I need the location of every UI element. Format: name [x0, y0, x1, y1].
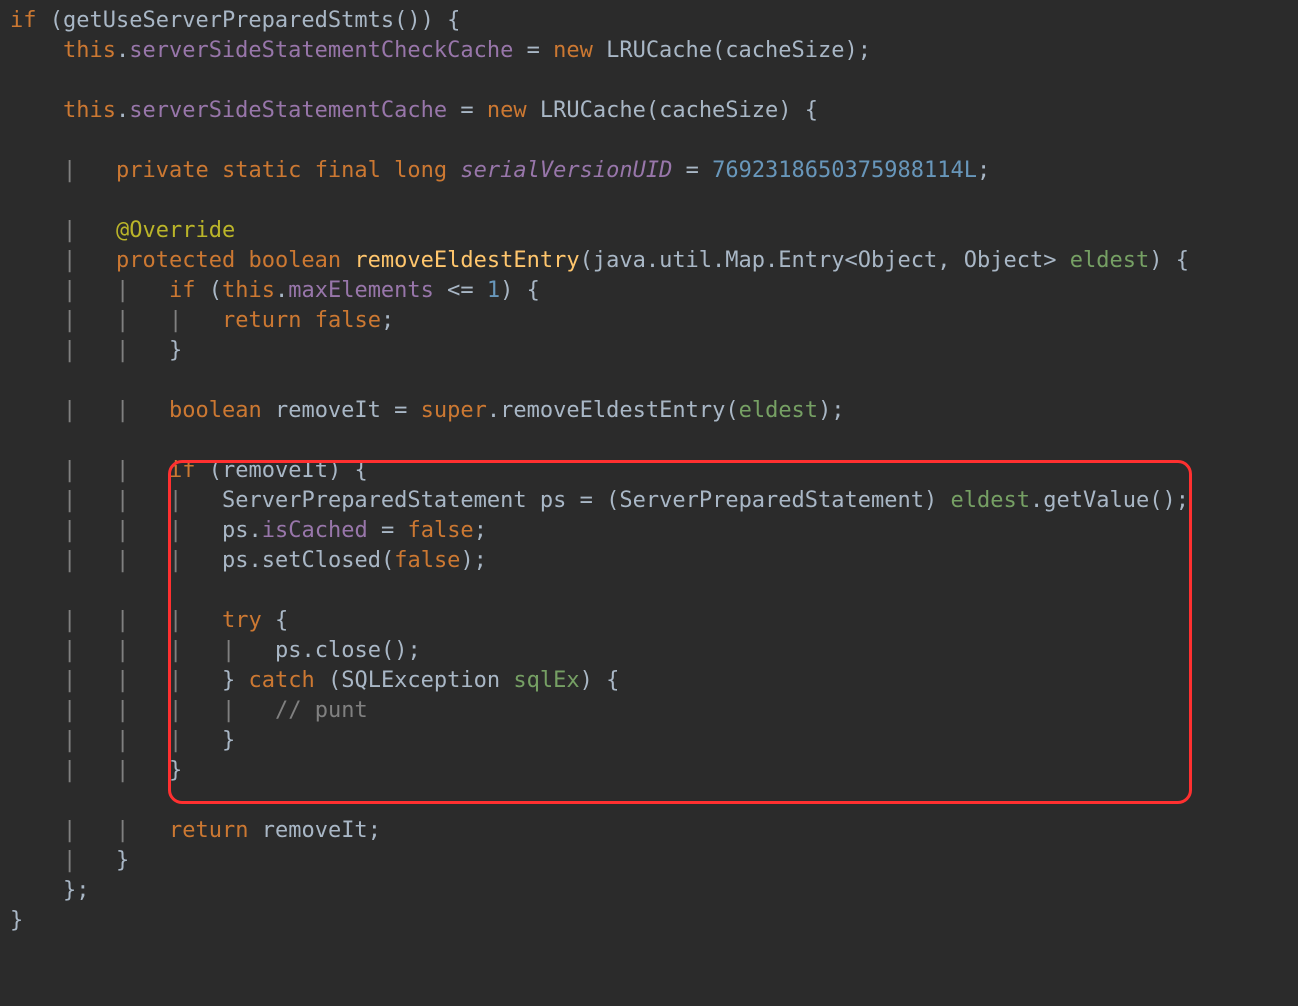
- keyword-if: if: [10, 8, 37, 33]
- line: [10, 428, 23, 453]
- line: | | return removeIt;: [10, 818, 381, 843]
- annotation-override: @Override: [116, 218, 235, 243]
- keyword-boolean: boolean: [248, 248, 341, 273]
- var: ps: [275, 638, 302, 663]
- line: | protected boolean removeEldestEntry(ja…: [10, 248, 1189, 273]
- code-editor[interactable]: if (getUseServerPreparedStmts()) { this.…: [0, 0, 1298, 936]
- line: };: [10, 878, 89, 903]
- line: }: [10, 908, 23, 933]
- keyword-static: static: [222, 158, 301, 183]
- var: removeIt: [262, 818, 368, 843]
- number: 1: [487, 278, 500, 303]
- op: =: [447, 98, 487, 123]
- keyword-try: try: [222, 608, 262, 633]
- type: Object: [858, 248, 937, 273]
- line: | }: [10, 848, 129, 873]
- keyword-super: super: [421, 398, 487, 423]
- line: | | | ps.isCached = false;: [10, 518, 487, 543]
- line: | | | return false;: [10, 308, 394, 333]
- line: | @Override: [10, 218, 235, 243]
- field: serverSideStatementCache: [129, 98, 447, 123]
- line: | | if (removeIt) {: [10, 458, 368, 483]
- call: removeEldestEntry: [500, 398, 725, 423]
- number: 7692318650375988114L: [712, 158, 977, 183]
- var: ps: [222, 548, 249, 573]
- field-svuid: serialVersionUID: [460, 158, 672, 183]
- keyword-false: false: [407, 518, 473, 543]
- param-ref: eldest: [739, 398, 818, 423]
- type: Object: [964, 248, 1043, 273]
- var: removeIt: [222, 458, 328, 483]
- var: ps: [540, 488, 567, 513]
- line: this.serverSideStatementCache = new LRUC…: [10, 98, 818, 123]
- line: [10, 68, 23, 93]
- line: | | }: [10, 758, 182, 783]
- keyword-this: this: [63, 38, 116, 63]
- keyword-if: if: [169, 458, 196, 483]
- param: sqlEx: [513, 668, 579, 693]
- line: | | | }: [10, 728, 235, 753]
- line: | | | try {: [10, 608, 288, 633]
- keyword-new: new: [487, 98, 527, 123]
- keyword-boolean: boolean: [169, 398, 262, 423]
- keyword-false: false: [394, 548, 460, 573]
- field: isCached: [262, 518, 368, 543]
- keyword-private: private: [116, 158, 209, 183]
- line: | | | | // punt: [10, 698, 368, 723]
- keyword-return: return: [169, 818, 248, 843]
- keyword-this: this: [222, 278, 275, 303]
- line: [10, 578, 23, 603]
- line: | | }: [10, 338, 182, 363]
- line: | | boolean removeIt = super.removeEldes…: [10, 398, 845, 423]
- keyword-if: if: [169, 278, 196, 303]
- line: [10, 788, 23, 813]
- keyword-long: long: [394, 158, 447, 183]
- line: | private static final long serialVersio…: [10, 158, 990, 183]
- line: | | if (this.maxElements <= 1) {: [10, 278, 540, 303]
- comment: // punt: [275, 698, 368, 723]
- call: setClosed: [262, 548, 381, 573]
- keyword-false: false: [315, 308, 381, 333]
- call: getUseServerPreparedStmts: [63, 8, 394, 33]
- op: <=: [434, 278, 487, 303]
- keyword-return: return: [222, 308, 301, 333]
- type: ServerPreparedStatement: [619, 488, 924, 513]
- type: LRUCache: [540, 98, 646, 123]
- op: =: [513, 38, 553, 63]
- var: removeIt: [275, 398, 381, 423]
- line: | | | | ps.close();: [10, 638, 421, 663]
- call: getValue: [1043, 488, 1149, 513]
- line: this.serverSideStatementCheckCache = new…: [10, 38, 871, 63]
- line: if (getUseServerPreparedStmts()) {: [10, 8, 460, 33]
- var: ps: [222, 518, 249, 543]
- keyword-this: this: [63, 98, 116, 123]
- method-name: removeEldestEntry: [354, 248, 579, 273]
- type: ServerPreparedStatement: [222, 488, 527, 513]
- arg: cacheSize: [725, 38, 844, 63]
- keyword-protected: protected: [116, 248, 235, 273]
- keyword-new: new: [553, 38, 593, 63]
- param-ref: eldest: [951, 488, 1030, 513]
- field: maxElements: [288, 278, 434, 303]
- keyword-final: final: [315, 158, 381, 183]
- keyword-catch: catch: [248, 668, 314, 693]
- type: java.util.Map.Entry: [593, 248, 845, 273]
- type: SQLException: [341, 668, 500, 693]
- line: | | | ps.setClosed(false);: [10, 548, 487, 573]
- line: [10, 368, 23, 393]
- param: eldest: [1070, 248, 1149, 273]
- line: | | | } catch (SQLException sqlEx) {: [10, 668, 619, 693]
- line: | | | ServerPreparedStatement ps = (Serv…: [10, 488, 1189, 513]
- line: [10, 128, 23, 153]
- type: LRUCache: [606, 38, 712, 63]
- call: close: [315, 638, 381, 663]
- line: [10, 188, 23, 213]
- field: serverSideStatementCheckCache: [129, 38, 513, 63]
- arg: cacheSize: [659, 98, 778, 123]
